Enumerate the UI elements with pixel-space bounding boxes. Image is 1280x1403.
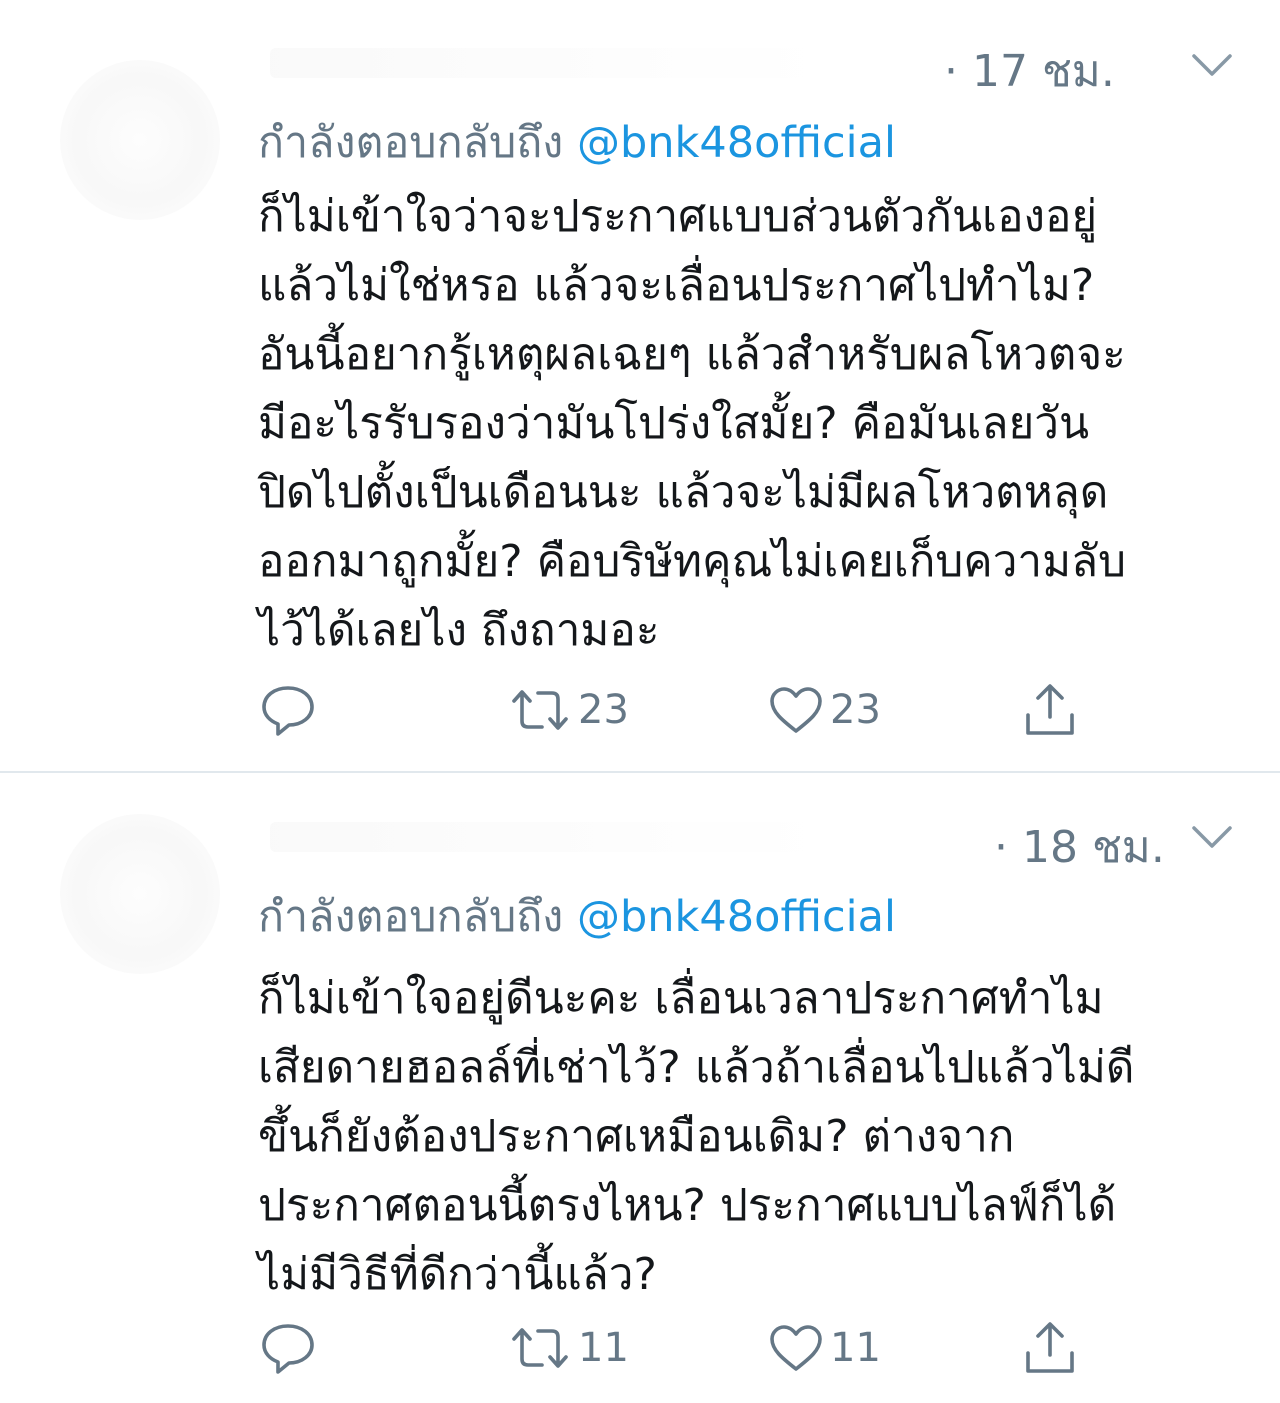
like-count: 11 [830, 1325, 881, 1371]
heart-icon [768, 1323, 824, 1373]
retweet-icon [508, 1323, 572, 1373]
retweet-icon [508, 685, 572, 735]
retweet-count: 11 [578, 1325, 629, 1371]
tweet[interactable]: · 18 ชม. กำลังตอบกลับถึง @bnk48official … [0, 774, 1280, 1403]
tweet[interactable]: · 17 ชม. กำลังตอบกลับถึง @bnk48official … [0, 0, 1280, 772]
heart-icon [768, 685, 824, 735]
share-button[interactable] [1020, 1318, 1080, 1378]
tweet-text-line: ก็ไม่เข้าใจว่าจะประกาศแบบส่วนตัวกันเองอย… [258, 191, 1098, 242]
reply-button[interactable] [258, 1318, 318, 1378]
tweet-text-line: แล้วไม่ใช่หรอ แล้วจะเลื่อนประกาศไปทำไม? [258, 260, 1095, 311]
share-button[interactable] [1020, 680, 1080, 740]
tweet-divider [0, 771, 1280, 773]
avatar[interactable] [60, 814, 220, 974]
tweet-text: ก็ไม่เข้าใจอยู่ดีนะคะ เลื่อนเวลาประกาศทำ… [258, 964, 1248, 1309]
like-button[interactable]: 23 [768, 680, 881, 740]
chevron-down-icon[interactable] [1190, 822, 1234, 852]
tweet-text-line: ก็ไม่เข้าใจอยู่ดีนะคะ เลื่อนเวลาประกาศทำ… [258, 973, 1104, 1024]
author-name-redacted [270, 48, 830, 78]
retweet-count: 23 [578, 687, 629, 733]
tweet-text-line: ออกมาถูกมั้ย? คือบริษัทคุณไม่เคยเก็บความ… [258, 536, 1127, 587]
reply-icon [258, 1320, 318, 1376]
reply-icon [258, 682, 318, 738]
avatar[interactable] [60, 60, 220, 220]
tweet-text-line: ขึ้นก็ยังต้องประกาศเหมือนเดิม? ต่างจาก [258, 1111, 1015, 1162]
author-name-redacted [270, 822, 830, 852]
reply-button[interactable] [258, 680, 318, 740]
replying-to-label: กำลังตอบกลับถึง [258, 118, 564, 168]
chevron-down-icon[interactable] [1190, 50, 1234, 80]
retweet-button[interactable]: 23 [508, 680, 629, 740]
tweet-text-line: ปิดไปตั้งเป็นเดือนนะ แล้วจะไม่มีผลโหวตหล… [258, 467, 1109, 518]
share-icon [1020, 1319, 1080, 1377]
share-icon [1020, 681, 1080, 739]
tweet-actions: 11 11 [0, 1318, 1280, 1378]
reply-handle-link[interactable]: @bnk48official [577, 118, 896, 168]
tweet-text-line: มีอะไรรับรองว่ามันโปร่งใสมั้ย? คือมันเลย… [258, 398, 1090, 449]
retweet-button[interactable]: 11 [508, 1318, 629, 1378]
replying-to-label: กำลังตอบกลับถึง [258, 892, 564, 942]
like-button[interactable]: 11 [768, 1318, 881, 1378]
tweet-text-line: ไม่มีวิธีที่ดีกว่านี้แล้ว? [258, 1249, 657, 1300]
replying-to: กำลังตอบกลับถึง @bnk48official [258, 108, 896, 176]
tweet-text-line: อันนี้อยากรู้เหตุผลเฉยๆ แล้วสำหรับผลโหวต… [258, 329, 1126, 380]
tweet-timestamp[interactable]: · 18 ชม. [994, 812, 1165, 882]
tweet-text-line: เสียดายฮอลล์ที่เช่าไว้? แล้วถ้าเลื่อนไปแ… [258, 1042, 1135, 1093]
tweet-text-line: ประกาศตอนนี้ตรงไหน? ประกาศแบบไลฟ์ก็ได้ [258, 1180, 1117, 1231]
like-count: 23 [830, 687, 881, 733]
tweet-text: ก็ไม่เข้าใจว่าจะประกาศแบบส่วนตัวกันเองอย… [258, 182, 1248, 665]
reply-handle-link[interactable]: @bnk48official [577, 892, 896, 942]
tweet-text-line: ไว้ได้เลยไง ถึงถามอะ [258, 605, 660, 656]
tweet-actions: 23 23 [0, 680, 1280, 740]
tweet-timestamp[interactable]: · 17 ชม. [944, 36, 1115, 106]
replying-to: กำลังตอบกลับถึง @bnk48official [258, 882, 896, 950]
